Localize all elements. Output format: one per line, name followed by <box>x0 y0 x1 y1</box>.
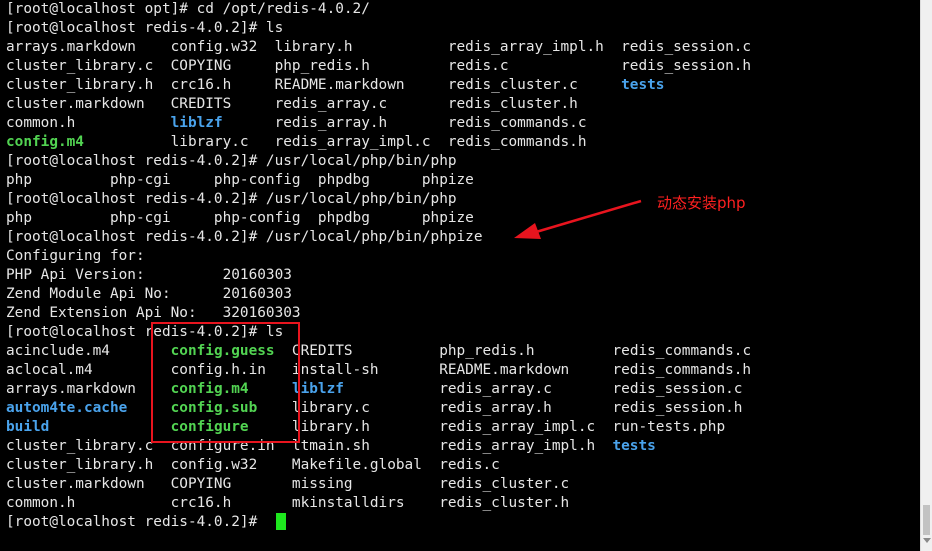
annotation-label: 动态安装php <box>657 194 746 212</box>
annotation-arrow-icon <box>514 199 642 239</box>
annotation-arrow-head <box>514 223 541 239</box>
annotation-arrow-shaft <box>535 199 642 234</box>
